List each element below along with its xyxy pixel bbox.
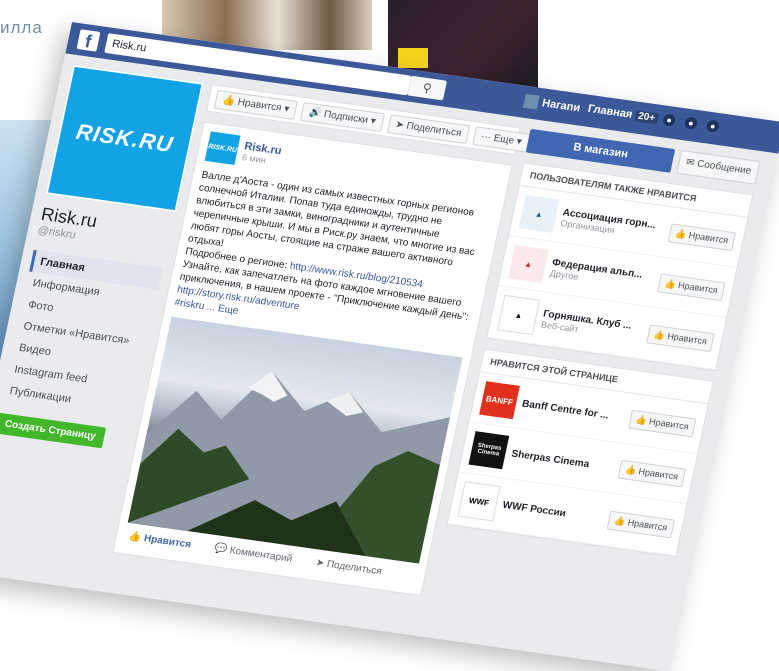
user-name: Нагапи — [540, 97, 582, 115]
post-avatar[interactable]: RISK.RU — [204, 131, 241, 165]
home-link[interactable]: Главная 20+ — [587, 103, 660, 125]
background-text: илла — [0, 18, 43, 37]
messages-icon[interactable]: ● — [683, 116, 699, 130]
post-comment-button[interactable]: 💬 Комментарий — [213, 543, 293, 565]
banff-logo: BANFF — [479, 381, 520, 420]
post-share-button[interactable]: ➤ Поделиться — [315, 557, 383, 577]
sherpas-cinema-logo: Sherpas Cinema — [468, 431, 510, 470]
like-page-button[interactable]: 👍 Нравится ▾ — [213, 89, 299, 120]
yellow-sign — [398, 48, 428, 68]
message-button[interactable]: ✉ Сообщение — [676, 150, 761, 185]
profile-picture[interactable]: RISK.RU — [45, 64, 204, 213]
like-button[interactable]: 👍 Нравится — [606, 510, 676, 538]
home-count-badge: 20+ — [634, 110, 660, 125]
facebook-screenshot: f Risk.ru ⚲ Нагапи Главная 20+ ● ● ● RISK… — [0, 22, 779, 671]
entity-name[interactable]: Sherpas Cinema — [511, 448, 615, 473]
wwf-logo: WWF — [457, 481, 501, 522]
like-button[interactable]: 👍 Нравится — [627, 409, 697, 437]
like-button[interactable]: 👍 Нравится — [645, 323, 715, 352]
like-button[interactable]: 👍 Нравится — [617, 459, 686, 487]
more-button[interactable]: ··· Еще ▾ — [472, 125, 531, 153]
mountain-illustration — [127, 371, 453, 564]
top-icons: ● ● ● — [661, 113, 720, 133]
share-page-button[interactable]: ➤ Поделиться — [386, 113, 471, 144]
facebook-logo-icon[interactable]: f — [76, 29, 101, 52]
users-also-like-box: ПОЛЬЗОВАТЕЛЯМ ТАКЖЕ НРАВИТСЯ ▲ Ассоциаци… — [486, 162, 754, 371]
user-profile-link[interactable]: Нагапи — [522, 93, 582, 116]
post-hashtag[interactable]: #riskru — [173, 297, 205, 312]
notifications-icon[interactable]: ● — [705, 119, 720, 133]
like-button[interactable]: 👍 Нравится — [656, 272, 726, 301]
search-icon[interactable]: ⚲ — [407, 75, 448, 101]
page-nav: Главная Информация Фото Отметки «Нравитс… — [2, 249, 163, 419]
post-like-button[interactable]: 👍 Нравится — [128, 531, 192, 550]
federation-logo: ▲ — [508, 244, 549, 283]
friends-icon[interactable]: ● — [661, 113, 677, 127]
brand-logo: RISK.RU — [73, 118, 176, 158]
entity-name[interactable]: WWF России — [502, 499, 604, 524]
entity-name[interactable]: Banff Centre for ... — [521, 398, 625, 423]
post-photo-mountains[interactable] — [127, 316, 463, 564]
club-logo: ▲ — [497, 294, 541, 336]
like-button[interactable]: 👍 Нравится — [667, 222, 737, 251]
post-text: Валле д'Аоста - один из самых известных … — [173, 169, 494, 350]
home-label: Главная — [586, 102, 634, 121]
avatar — [522, 93, 540, 110]
page-likes-box: НРАВИТСЯ ЭТОЙ СТРАНИЦЕ BANFF Banff Centr… — [446, 348, 714, 558]
mountain-association-logo: ▲ — [518, 194, 560, 233]
post-more-link[interactable]: ... Еще — [206, 302, 239, 317]
subscribe-button[interactable]: 🔊 Подписки ▾ — [300, 101, 385, 132]
create-page-button[interactable]: Создать Страницу — [0, 412, 106, 449]
